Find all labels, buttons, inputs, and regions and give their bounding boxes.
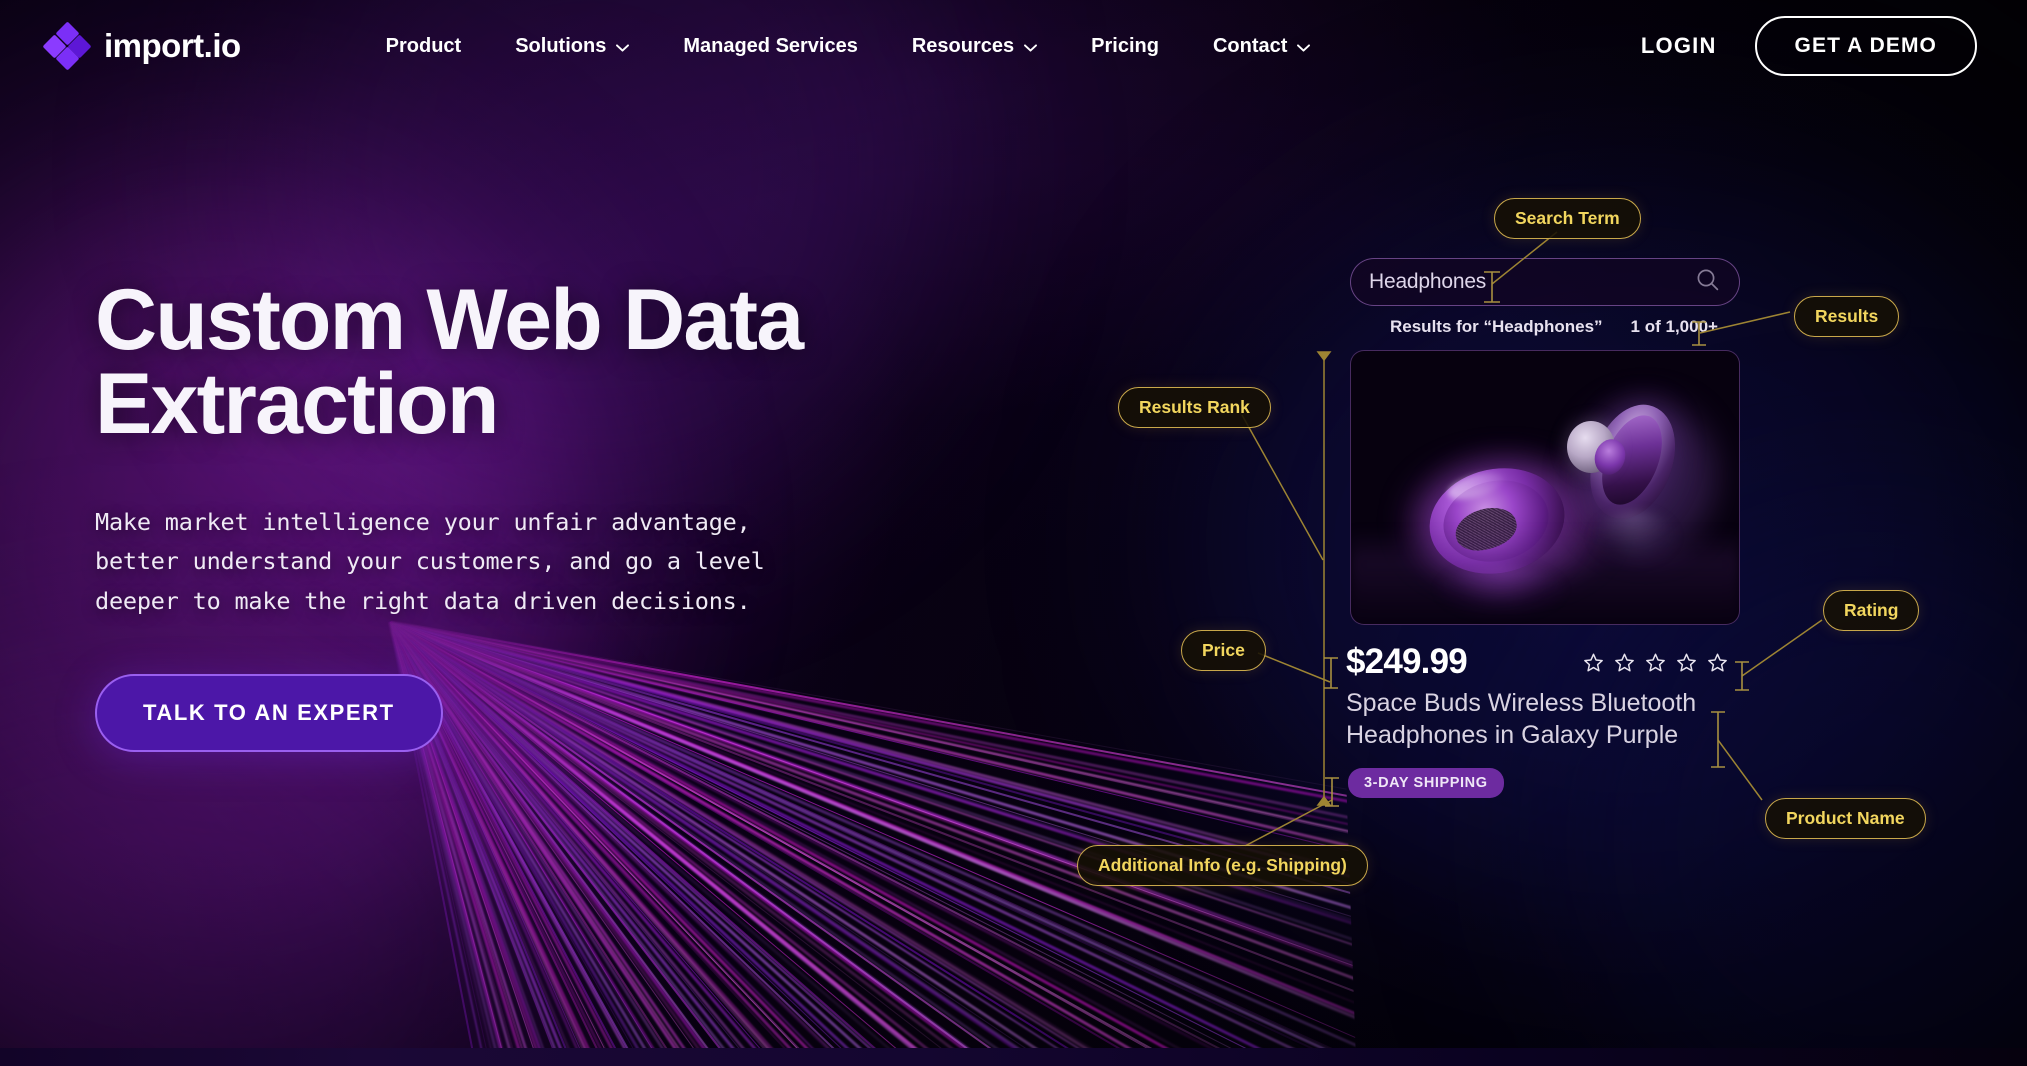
- nav-item-label: Managed Services: [683, 34, 858, 57]
- star-icon: [1584, 653, 1603, 671]
- hero-heading-line-1: Custom Web Data: [95, 272, 804, 368]
- talk-to-an-expert-button[interactable]: TALK TO AN EXPERT: [95, 673, 443, 752]
- nav-item-resources[interactable]: Resources: [885, 25, 1064, 68]
- nav-links: Product Solutions Managed Services Resou…: [359, 25, 1338, 68]
- annotation-pill-search-term[interactable]: Search Term: [1494, 198, 1641, 239]
- brand-name: import.io: [104, 27, 241, 64]
- nav-item-solutions[interactable]: Solutions: [488, 25, 656, 68]
- hero-paragraph-line-2: better understand your customers, and go…: [95, 547, 765, 576]
- annotation-pill-additional-info[interactable]: Additional Info (e.g. Shipping): [1077, 845, 1368, 886]
- chevron-down-icon: [1297, 44, 1311, 52]
- results-summary: Results for “Headphones” 1 of 1,000+: [1390, 317, 1718, 337]
- product-name-line-2: Headphones in Galaxy Purple: [1346, 720, 1679, 749]
- import-io-diamond-logo-icon: [42, 21, 92, 71]
- bottom-accent-band: [0, 1048, 2027, 1066]
- nav-actions: LOGIN GET A DEMO: [1641, 16, 1977, 76]
- nav-item-pricing[interactable]: Pricing: [1064, 25, 1186, 68]
- page-root: import.io Product Solutions Managed Serv…: [0, 0, 2027, 1066]
- hero-section: Custom Web Data Extraction Make market i…: [95, 277, 995, 752]
- nav-item-label: Solutions: [515, 34, 607, 57]
- star-icon: [1615, 653, 1634, 671]
- price-and-rating-row: $249.99: [1346, 642, 1746, 682]
- hero-heading-line-2: Extraction: [95, 356, 499, 453]
- search-input[interactable]: Headphones: [1350, 258, 1740, 306]
- annotation-pill-rating[interactable]: Rating: [1823, 590, 1920, 631]
- brand-logo[interactable]: import.io: [42, 21, 241, 71]
- star-icon: [1708, 653, 1727, 671]
- hero-paragraph: Make market intelligence your unfair adv…: [95, 503, 905, 622]
- annotation-pill-results-rank[interactable]: Results Rank: [1118, 387, 1271, 428]
- annotation-pill-product-name[interactable]: Product Name: [1765, 798, 1926, 839]
- annotation-pill-price[interactable]: Price: [1181, 630, 1266, 671]
- nav-item-product[interactable]: Product: [359, 25, 489, 68]
- page-title: Custom Web Data Extraction: [95, 277, 995, 447]
- results-count-text: 1 of 1,000+: [1630, 317, 1718, 336]
- product-image-card[interactable]: [1350, 350, 1740, 625]
- nav-item-managed-services[interactable]: Managed Services: [656, 25, 885, 68]
- search-input-value: Headphones: [1369, 270, 1487, 293]
- annotation-pill-results[interactable]: Results: [1794, 296, 1900, 337]
- top-navigation-bar: import.io Product Solutions Managed Serv…: [0, 0, 2027, 92]
- star-icon: [1677, 653, 1696, 671]
- nav-item-label: Contact: [1212, 34, 1288, 57]
- shipping-badge: 3-DAY SHIPPING: [1348, 768, 1504, 798]
- product-name-line-1: Space Buds Wireless Bluetooth: [1346, 689, 1697, 717]
- product-image: [1351, 351, 1739, 624]
- search-icon[interactable]: [1695, 267, 1721, 298]
- nav-item-label: Pricing: [1091, 34, 1159, 57]
- nav-item-label: Product: [385, 34, 462, 57]
- results-query-text: Results for “Headphones”: [1390, 317, 1603, 336]
- rating-stars[interactable]: [1583, 652, 1728, 673]
- product-price: $249.99: [1346, 642, 1468, 681]
- hero-paragraph-line-1: Make market intelligence your unfair adv…: [95, 507, 751, 536]
- product-name-text: Space Buds Wireless Bluetooth Headphones…: [1346, 688, 1746, 751]
- hero-paragraph-line-3: deeper to make the right data driven dec…: [95, 586, 751, 615]
- nav-item-contact[interactable]: Contact: [1186, 25, 1337, 68]
- get-a-demo-button[interactable]: GET A DEMO: [1754, 16, 1977, 76]
- star-icon: [1646, 653, 1665, 671]
- chevron-down-icon: [1024, 44, 1038, 52]
- login-link[interactable]: LOGIN: [1641, 33, 1717, 59]
- nav-item-label: Resources: [911, 34, 1015, 57]
- chevron-down-icon: [616, 44, 630, 52]
